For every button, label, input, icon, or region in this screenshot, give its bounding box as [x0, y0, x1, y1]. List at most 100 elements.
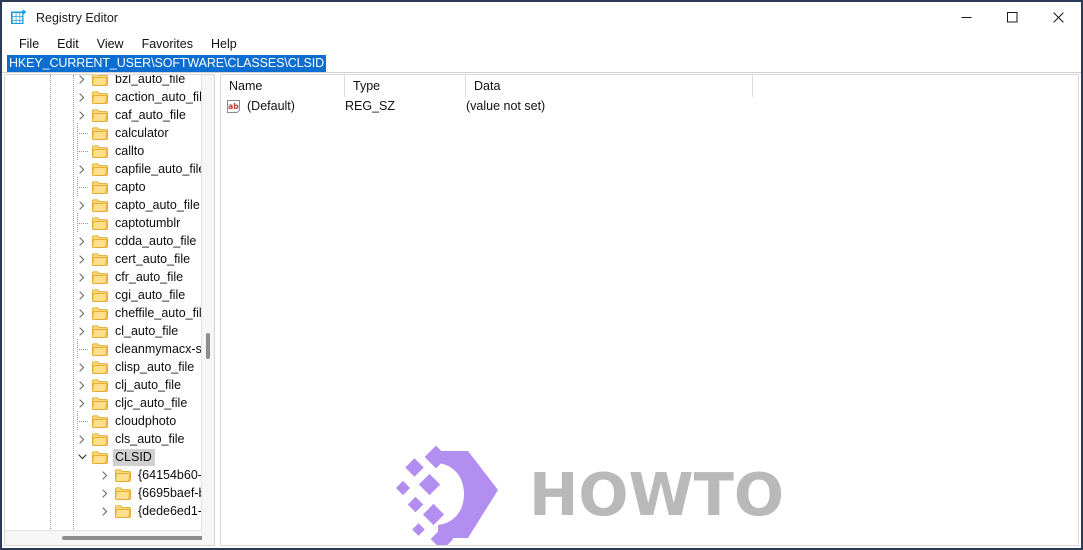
tree-item-label: cleanmymacx-se — [115, 341, 202, 356]
tree-item-label: {6695baef-bcc — [138, 485, 202, 500]
tree-item-label: capfile_auto_file — [115, 161, 202, 176]
column-header-filler — [753, 75, 1063, 97]
tree-item-cls-auto-file[interactable]: cls_auto_file — [5, 430, 202, 448]
tree-vertical-scrollbar-thumb[interactable] — [206, 333, 210, 359]
tree-item-capfile-auto-file[interactable]: capfile_auto_file — [5, 160, 202, 178]
tree-item-label: cloudphoto — [115, 413, 177, 428]
window-controls — [943, 2, 1081, 33]
tree-item-capto[interactable]: capto — [5, 177, 202, 196]
folder-icon — [92, 432, 108, 446]
chevron-right-icon[interactable] — [96, 484, 115, 502]
tree-item-6695baef-bcc[interactable]: {6695baef-bcc — [5, 484, 202, 502]
tree-item-clsid[interactable]: CLSID — [5, 448, 202, 466]
tree-item-label: calculator — [115, 125, 169, 140]
chevron-down-icon[interactable] — [73, 448, 92, 466]
folder-icon — [92, 144, 108, 158]
tree-item-cloudphoto[interactable]: cloudphoto — [5, 411, 202, 430]
values-list-body: ab (Default) REG_SZ (value not set) HOWT… — [221, 97, 1078, 545]
column-header-name[interactable]: Name — [221, 75, 345, 97]
tree-item-64154b60-aee[interactable]: {64154b60-aee — [5, 466, 202, 484]
chevron-right-icon[interactable] — [73, 232, 92, 250]
address-bar[interactable]: HKEY_CURRENT_USER\SOFTWARE\CLASSES\CLSID — [2, 54, 1081, 73]
tree-connector — [73, 123, 92, 142]
chevron-right-icon[interactable] — [73, 430, 92, 448]
tree-item-label: caf_auto_file — [115, 107, 186, 122]
chevron-right-icon[interactable] — [73, 88, 92, 106]
tree-item-cl-auto-file[interactable]: cl_auto_file — [5, 322, 202, 340]
tree-item-dede6ed1-701[interactable]: {dede6ed1-701 — [5, 502, 202, 520]
tree-item-label: {64154b60-aee — [138, 467, 202, 482]
folder-icon — [92, 216, 108, 230]
tree-rows: bzl_auto_file caction_auto_file caf_auto_f… — [5, 75, 202, 520]
folder-icon — [92, 378, 108, 392]
chevron-right-icon[interactable] — [73, 250, 92, 268]
tree-item-label: {dede6ed1-701 — [138, 503, 202, 518]
chevron-right-icon[interactable] — [73, 196, 92, 214]
howto-watermark: HOWTO — [394, 432, 894, 545]
tree-horizontal-scrollbar[interactable] — [5, 530, 214, 545]
title-bar: Registry Editor — [2, 2, 1081, 33]
tree-item-label: CLSID — [113, 448, 155, 466]
menu-item-file[interactable]: File — [10, 35, 48, 53]
tree-item-cgi-auto-file[interactable]: cgi_auto_file — [5, 286, 202, 304]
tree-item-label: capto — [115, 179, 146, 194]
chevron-right-icon[interactable] — [73, 75, 92, 88]
tree-item-cfr-auto-file[interactable]: cfr_auto_file — [5, 268, 202, 286]
address-path-text[interactable]: HKEY_CURRENT_USER\SOFTWARE\CLASSES\CLSID — [7, 54, 327, 72]
column-header-data[interactable]: Data — [466, 75, 753, 97]
minimize-button[interactable] — [943, 2, 989, 33]
column-header-type[interactable]: Type — [345, 75, 466, 97]
registry-values-pane[interactable]: Name Type Data ab (Default) REG_SZ (valu… — [220, 74, 1079, 546]
registry-editor-window: Registry Editor File Edit View Favorites… — [0, 0, 1083, 550]
chevron-right-icon[interactable] — [73, 394, 92, 412]
tree-item-clisp-auto-file[interactable]: clisp_auto_file — [5, 358, 202, 376]
folder-icon — [92, 234, 108, 248]
tree-item-calculator[interactable]: calculator — [5, 123, 202, 142]
tree-item-label: cgi_auto_file — [115, 287, 186, 302]
close-button[interactable] — [1035, 2, 1081, 33]
chevron-right-icon[interactable] — [73, 358, 92, 376]
menu-item-favorites[interactable]: Favorites — [133, 35, 202, 53]
registry-editor-icon — [10, 9, 27, 26]
chevron-right-icon[interactable] — [73, 286, 92, 304]
table-row[interactable]: ab (Default) REG_SZ (value not set) — [221, 97, 1078, 116]
menu-item-help[interactable]: Help — [202, 35, 246, 53]
tree-connector — [73, 411, 92, 430]
tree-item-callto[interactable]: callto — [5, 141, 202, 160]
folder-icon — [115, 504, 131, 518]
tree-item-cleanmymacx-se[interactable]: cleanmymacx-se — [5, 339, 202, 358]
tree-vertical-scrollbar[interactable] — [201, 75, 214, 531]
tree-item-label: capto_auto_file — [115, 197, 200, 212]
chevron-right-icon[interactable] — [96, 466, 115, 484]
maximize-button[interactable] — [989, 2, 1035, 33]
chevron-right-icon[interactable] — [73, 160, 92, 178]
pixelated-arrow-logo-icon — [394, 437, 519, 545]
tree-item-caf-auto-file[interactable]: caf_auto_file — [5, 106, 202, 124]
folder-icon — [92, 252, 108, 266]
menu-item-edit[interactable]: Edit — [48, 35, 88, 53]
registry-key-tree-pane[interactable]: bzl_auto_file caction_auto_file caf_auto_f… — [4, 74, 215, 546]
menu-item-view[interactable]: View — [88, 35, 133, 53]
string-value-ab-icon: ab — [227, 100, 240, 113]
tree-item-cert-auto-file[interactable]: cert_auto_file — [5, 250, 202, 268]
tree-horizontal-scrollbar-thumb[interactable] — [62, 536, 214, 540]
chevron-right-icon[interactable] — [73, 106, 92, 124]
tree-item-clj-auto-file[interactable]: clj_auto_file — [5, 376, 202, 394]
tree-item-cdda-auto-file[interactable]: cdda_auto_file — [5, 232, 202, 250]
tree-item-cljc-auto-file[interactable]: cljc_auto_file — [5, 394, 202, 412]
chevron-right-icon[interactable] — [96, 502, 115, 520]
chevron-right-icon[interactable] — [73, 268, 92, 286]
tree-item-label: captotumblr — [115, 215, 181, 230]
watermark-text: HOWTO — [529, 460, 785, 529]
folder-icon — [92, 306, 108, 320]
tree-item-captotumblr[interactable]: captotumblr — [5, 213, 202, 232]
chevron-right-icon[interactable] — [73, 322, 92, 340]
chevron-right-icon[interactable] — [73, 304, 92, 322]
tree-item-bzl-auto-file[interactable]: bzl_auto_file — [5, 75, 202, 88]
chevron-right-icon[interactable] — [73, 376, 92, 394]
tree-connector — [73, 177, 92, 196]
content-panes: bzl_auto_file caction_auto_file caf_auto_f… — [2, 74, 1081, 548]
tree-item-capto-auto-file[interactable]: capto_auto_file — [5, 196, 202, 214]
tree-item-cheffile-auto-file[interactable]: cheffile_auto_file — [5, 304, 202, 322]
tree-item-caction-auto-file[interactable]: caction_auto_file — [5, 88, 202, 106]
